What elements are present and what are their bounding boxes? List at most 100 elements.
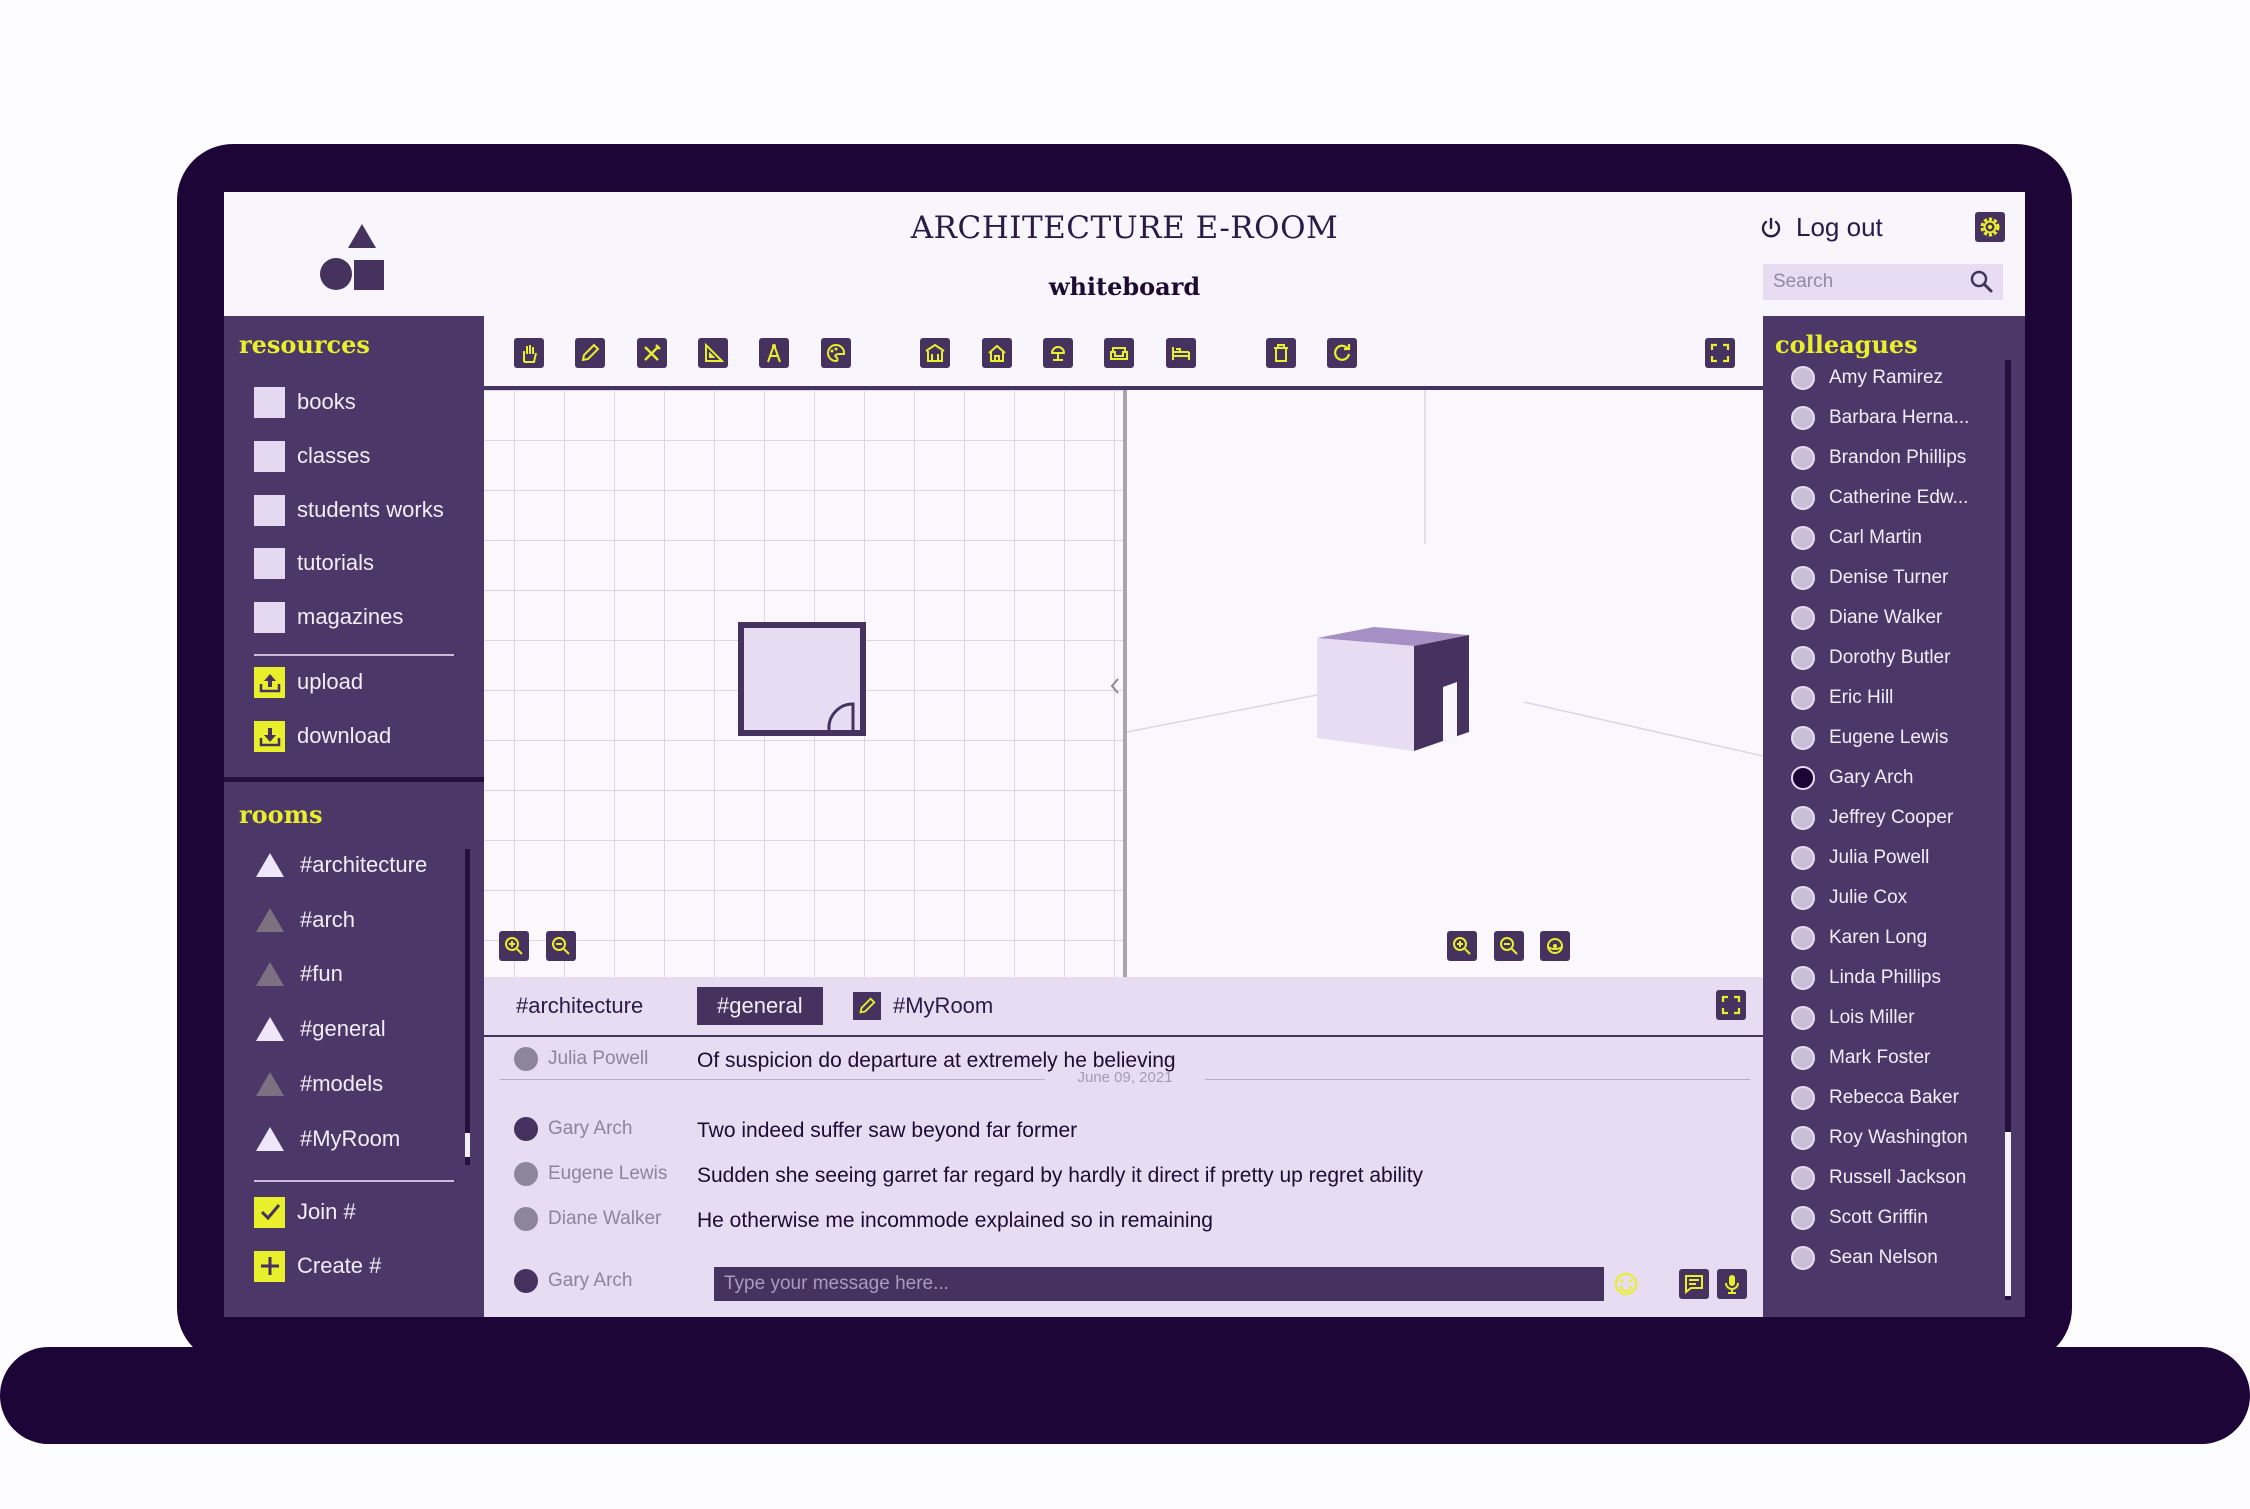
app-screen: ARCHITECTURE E-ROOM whiteboard Log out S… (224, 192, 2025, 1317)
chat-message: Eugene Lewis Sudden she seeing garret fa… (514, 1162, 1734, 1192)
voice-message-button[interactable] (1717, 1269, 1747, 1299)
rotate-button[interactable] (1327, 338, 1357, 368)
room-item-models[interactable]: #models (254, 1066, 383, 1102)
triangle-icon (256, 962, 284, 986)
chat-tab-architecture[interactable]: #architecture (496, 987, 663, 1025)
colleague-item[interactable]: Julie Cox (1791, 883, 1907, 913)
fullscreen-icon (1721, 995, 1741, 1015)
tools-button[interactable] (637, 338, 667, 368)
logout-button[interactable]: Log out (1760, 212, 1883, 243)
zoom-out-button[interactable] (546, 931, 576, 961)
colleague-item[interactable]: Diane Walker (1791, 603, 1942, 633)
colleague-item[interactable]: Lois Miller (1791, 1003, 1915, 1033)
power-icon (1761, 217, 1781, 237)
colleague-item[interactable]: Carl Martin (1791, 523, 1922, 553)
resource-item-classes[interactable]: classes (254, 439, 370, 473)
settings-button[interactable] (1975, 212, 2005, 242)
floor-plan-room[interactable] (738, 622, 868, 737)
colleague-item[interactable]: Dorothy Butler (1791, 643, 1950, 673)
tools-icon (644, 344, 661, 361)
pencil-icon (581, 343, 600, 362)
upload-button[interactable]: upload (254, 665, 363, 699)
zoom-in-button[interactable] (499, 931, 529, 961)
lamp-button[interactable] (1043, 338, 1073, 368)
resource-item-books[interactable]: books (254, 385, 356, 419)
chat-tab-myroom[interactable]: #MyRoom (851, 987, 1013, 1025)
colleague-name: Gary Arch (1829, 767, 1914, 788)
sofa-button[interactable] (1104, 338, 1134, 368)
colleague-item[interactable]: Jeffrey Cooper (1791, 803, 1953, 833)
search-input[interactable] (1763, 264, 1973, 300)
upload-icon (254, 666, 285, 698)
create-room-button[interactable]: Create # (254, 1249, 381, 1283)
left-sidebar: resources books classes students works t… (224, 316, 484, 1317)
join-room-button[interactable]: Join # (254, 1195, 356, 1229)
zoom-in-3d-button[interactable] (1447, 931, 1477, 961)
colleague-item[interactable]: Russell Jackson (1791, 1163, 1966, 1193)
colleague-item[interactable]: Rebecca Baker (1791, 1083, 1959, 1113)
palette-button[interactable] (821, 338, 851, 368)
pencil-tool-button[interactable] (575, 338, 605, 368)
avatar-icon (1791, 366, 1815, 390)
colleague-item[interactable]: Eric Hill (1791, 683, 1893, 713)
colleague-name: Eugene Lewis (1829, 727, 1949, 748)
set-square-button[interactable] (698, 338, 728, 368)
house-button[interactable] (982, 338, 1012, 368)
microphone-icon (1725, 1275, 1739, 1294)
avatar-icon (514, 1047, 538, 1071)
tab-label: #architecture (516, 993, 644, 1018)
resource-item-students-works[interactable]: students works (254, 493, 444, 527)
colleague-item[interactable]: Gary Arch (1791, 763, 1913, 793)
colleague-item[interactable]: Brandon Phillips (1791, 443, 1966, 473)
resource-item-magazines[interactable]: magazines (254, 600, 403, 634)
divider (254, 654, 454, 656)
send-message-button[interactable] (1679, 1269, 1709, 1299)
orbit-button[interactable] (1540, 931, 1570, 961)
create-label: Create # (297, 1253, 382, 1278)
colleague-item[interactable]: Roy Washington (1791, 1123, 1968, 1153)
fullscreen-button[interactable] (1705, 338, 1735, 368)
message-user: Julia Powell (548, 1048, 649, 1069)
chat-tab-general[interactable]: #general (697, 987, 823, 1025)
search-icon[interactable] (1969, 269, 1995, 295)
room-item-fun[interactable]: #fun (254, 956, 343, 992)
colleague-item[interactable]: Mark Foster (1791, 1043, 1930, 1073)
message-input[interactable] (714, 1267, 1534, 1301)
rooms-scrollbar-thumb[interactable] (465, 1133, 470, 1157)
colleague-item[interactable]: Linda Phillips (1791, 963, 1941, 993)
resource-item-tutorials[interactable]: tutorials (254, 546, 374, 580)
room-item-architecture[interactable]: #architecture (254, 847, 427, 883)
colleague-item[interactable]: Julia Powell (1791, 843, 1929, 873)
colleague-item[interactable]: Scott Griffin (1791, 1203, 1928, 1233)
plan-canvas[interactable] (484, 390, 1124, 977)
delete-button[interactable] (1266, 338, 1296, 368)
colleague-item[interactable]: Amy Ramirez (1791, 363, 1943, 393)
house-icon (988, 344, 1006, 362)
chat-fullscreen-button[interactable] (1716, 990, 1746, 1020)
message-icon (1685, 1275, 1703, 1295)
colleague-item[interactable]: Denise Turner (1791, 563, 1948, 593)
resource-label: tutorials (297, 550, 375, 575)
message-author: Eugene Lewis (514, 1162, 667, 1186)
compass-button[interactable] (759, 338, 789, 368)
colleague-item[interactable]: Catherine Edw... (1791, 483, 1968, 513)
building-button[interactable] (920, 338, 950, 368)
colleagues-scrollbar-thumb[interactable] (2005, 1132, 2011, 1296)
colleague-item[interactable]: Karen Long (1791, 923, 1927, 953)
message-author: Gary Arch (514, 1269, 632, 1293)
colleague-item[interactable]: Barbara Herna... (1791, 403, 1969, 433)
room-item-general[interactable]: #general (254, 1011, 386, 1047)
zoom-out-3d-button[interactable] (1494, 931, 1524, 961)
hand-tool-button[interactable] (514, 338, 544, 368)
bed-button[interactable] (1166, 338, 1196, 368)
download-button[interactable]: download (254, 719, 391, 753)
colleague-item[interactable]: Sean Nelson (1791, 1243, 1938, 1273)
3d-viewport[interactable] (1127, 390, 1763, 977)
emoji-icon[interactable] (1612, 1270, 1640, 1298)
room-item-arch[interactable]: #arch (254, 902, 355, 938)
rooms-scrollbar-track[interactable] (465, 849, 470, 1165)
room-item-myroom[interactable]: #MyRoom (254, 1121, 400, 1157)
colleague-item[interactable]: Eugene Lewis (1791, 723, 1948, 753)
triangle-icon (256, 1072, 284, 1096)
colleague-name: Barbara Herna... (1829, 407, 1970, 428)
